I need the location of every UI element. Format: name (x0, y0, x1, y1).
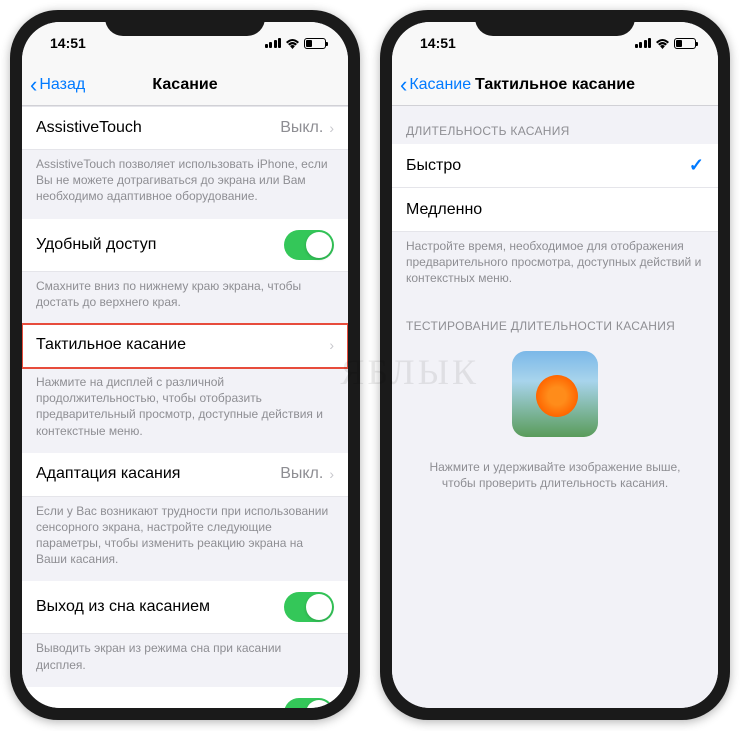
row-haptic-touch[interactable]: Тактильное касание › (22, 324, 348, 368)
row-label: Встряхивание для отмены (36, 704, 233, 708)
row-value: Выкл. › (280, 465, 334, 483)
toggle-shake-undo[interactable] (284, 698, 334, 708)
nav-bar: ‹ Назад Касание (22, 64, 348, 106)
row-footer: Выводить экран из режима сна при касании… (22, 634, 348, 686)
row-label: Адаптация касания (36, 465, 180, 483)
section-footer: Настройте время, необходимое для отображ… (392, 232, 718, 301)
row-footer: Смахните вниз по нижнему краю экрана, чт… (22, 272, 348, 324)
wifi-icon (285, 38, 300, 49)
section-footer: Нажмите и удерживайте изображение выше, … (392, 449, 718, 501)
chevron-right-icon: › (329, 120, 334, 136)
option-label: Быстро (406, 157, 461, 175)
section-header: ТЕСТИРОВАНИЕ ДЛИТЕЛЬНОСТИ КАСАНИЯ (392, 301, 718, 339)
row-footer: Если у Вас возникают трудности при испол… (22, 497, 348, 582)
section-header: ДЛИТЕЛЬНОСТЬ КАСАНИЯ (392, 106, 718, 144)
wifi-icon (655, 38, 670, 49)
notch (475, 10, 635, 36)
content-left[interactable]: AssistiveTouch Выкл. › AssistiveTouch по… (22, 106, 348, 708)
flower-graphic (533, 371, 582, 420)
back-label: Назад (39, 76, 85, 94)
signal-icon (265, 38, 282, 48)
row-label: Удобный доступ (36, 236, 156, 254)
phone-right: 14:51 ‹ Касание Тактильное касание ДЛИТЕ… (380, 10, 730, 720)
row-footer: AssistiveTouch позволяет использовать iP… (22, 150, 348, 219)
row-label: Тактильное касание (36, 336, 186, 354)
status-time: 14:51 (50, 35, 86, 51)
back-button[interactable]: ‹ Касание (400, 74, 471, 96)
page-title: Тактильное касание (475, 76, 635, 94)
battery-icon (674, 38, 696, 49)
row-label: Выход из сна касанием (36, 598, 210, 616)
chevron-right-icon: › (329, 337, 334, 353)
chevron-right-icon: › (329, 466, 334, 482)
content-right[interactable]: ДЛИТЕЛЬНОСТЬ КАСАНИЯ Быстро ✓ Медленно Н… (392, 106, 718, 708)
notch (105, 10, 265, 36)
option-label: Медленно (406, 201, 482, 219)
row-touch-adaptation[interactable]: Адаптация касания Выкл. › (22, 453, 348, 497)
checkmark-icon: ✓ (689, 155, 704, 176)
nav-bar: ‹ Касание Тактильное касание (392, 64, 718, 106)
back-button[interactable]: ‹ Назад (30, 74, 85, 96)
screen-left: 14:51 ‹ Назад Касание AssistiveTouch Вык… (22, 22, 348, 708)
row-value: Выкл. › (280, 119, 334, 137)
chevron-left-icon: ‹ (400, 74, 407, 96)
row-label: AssistiveTouch (36, 119, 142, 137)
status-right (635, 38, 697, 49)
test-flower-image[interactable] (512, 351, 598, 437)
row-assistivetouch[interactable]: AssistiveTouch Выкл. › (22, 106, 348, 150)
toggle-reachability[interactable] (284, 230, 334, 260)
battery-icon (304, 38, 326, 49)
page-title: Касание (152, 76, 217, 94)
phone-left: 14:51 ‹ Назад Касание AssistiveTouch Вык… (10, 10, 360, 720)
row-reachability[interactable]: Удобный доступ (22, 219, 348, 272)
row-shake-undo[interactable]: Встряхивание для отмены (22, 687, 348, 708)
toggle-tap-to-wake[interactable] (284, 592, 334, 622)
option-slow[interactable]: Медленно (392, 188, 718, 232)
test-image-container (392, 339, 718, 449)
chevron-left-icon: ‹ (30, 74, 37, 96)
screen-right: 14:51 ‹ Касание Тактильное касание ДЛИТЕ… (392, 22, 718, 708)
status-right (265, 38, 327, 49)
row-tap-to-wake[interactable]: Выход из сна касанием (22, 581, 348, 634)
back-label: Касание (409, 76, 471, 94)
row-footer: Нажмите на дисплей с различной продолжит… (22, 368, 348, 453)
option-fast[interactable]: Быстро ✓ (392, 144, 718, 188)
signal-icon (635, 38, 652, 48)
status-time: 14:51 (420, 35, 456, 51)
